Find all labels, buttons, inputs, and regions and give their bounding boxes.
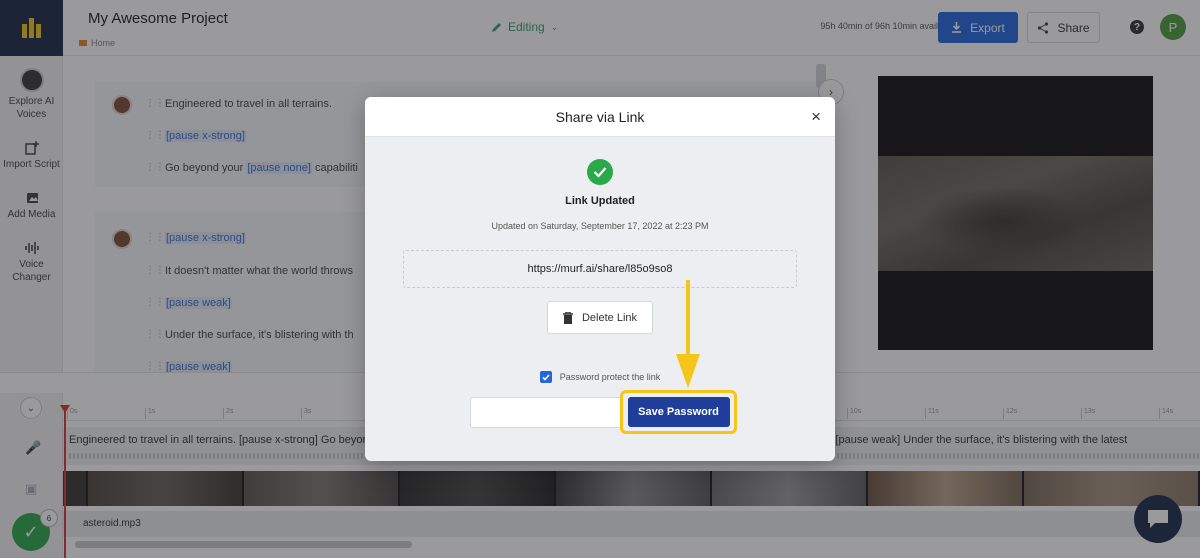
dialog-title: Share via Link — [555, 109, 645, 125]
password-protect-label[interactable]: Password protect the link — [560, 372, 661, 382]
save-password-button[interactable]: Save Password — [627, 397, 730, 427]
delete-link-label: Delete Link — [581, 311, 638, 324]
success-check-icon — [587, 159, 613, 185]
link-status-date: Updated on Saturday, September 17, 2022 … — [491, 221, 709, 231]
share-via-link-dialog: Share via Link × Link Updated Updated on… — [365, 97, 835, 461]
password-protect-checkbox[interactable] — [539, 371, 552, 383]
check-icon — [542, 373, 550, 381]
annotation-arrow-icon — [676, 280, 700, 388]
save-password-highlight: Save Password — [620, 390, 737, 434]
close-icon[interactable]: × — [811, 107, 821, 127]
share-url-box[interactable]: https://murf.ai/share/l85o9so8 — [403, 250, 797, 288]
dialog-header: Share via Link × — [365, 97, 835, 137]
password-input[interactable] — [470, 397, 622, 428]
trash-icon — [562, 311, 573, 324]
delete-link-button[interactable]: Delete Link — [547, 301, 653, 334]
password-protect-row: Password protect the link — [365, 371, 835, 383]
share-url[interactable]: https://murf.ai/share/l85o9so8 — [528, 263, 673, 275]
link-status-title: Link Updated — [565, 195, 635, 207]
